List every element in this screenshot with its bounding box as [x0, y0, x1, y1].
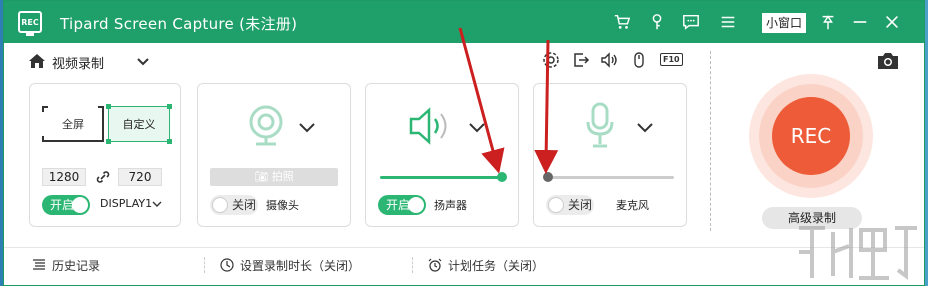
microphone-icon: [586, 102, 614, 148]
footer-divider: [4, 247, 924, 248]
chevron-down-icon[interactable]: [468, 122, 486, 134]
mini-window-button[interactable]: 小窗口: [762, 13, 807, 33]
resize-handle[interactable]: [106, 139, 111, 144]
home-icon[interactable]: [28, 53, 46, 69]
app-logo-icon: REC: [18, 11, 42, 36]
key-icon[interactable]: [647, 12, 667, 32]
set-duration-button[interactable]: 设置录制时长（关闭）: [220, 257, 360, 274]
microphone-label: 麦克风: [616, 199, 649, 212]
resize-handle[interactable]: [106, 104, 111, 109]
screenshot-camera-icon[interactable]: [876, 51, 900, 71]
settings-icon[interactable]: [542, 51, 562, 71]
width-input[interactable]: 1280: [42, 168, 86, 186]
fullscreen-label: 全屏: [62, 118, 84, 131]
minimize-icon[interactable]: [850, 12, 870, 32]
resize-handle[interactable]: [167, 139, 172, 144]
display-label: DISPLAY1: [100, 197, 153, 210]
clock-icon: [220, 258, 234, 272]
task-schedule-label: 计划任务（关闭）: [448, 259, 545, 273]
task-schedule-button[interactable]: 计划任务（关闭）: [428, 257, 544, 274]
slider-track: [380, 176, 502, 179]
alarm-clock-icon: [428, 258, 442, 272]
screen-panel: 全屏 自定义 1280 720 开启 DISPLAY1: [29, 83, 181, 227]
resize-handle[interactable]: [167, 104, 172, 109]
slider-knob[interactable]: [543, 172, 553, 182]
footer-separator: [412, 257, 413, 273]
title-bar: REC Tipard Screen Capture (未注册) 小窗口: [4, 1, 924, 43]
slider-knob[interactable]: [497, 172, 507, 182]
close-icon[interactable]: [882, 12, 902, 32]
vertical-divider: [710, 51, 711, 231]
menu-icon[interactable]: [718, 12, 738, 32]
slider-track: [548, 176, 674, 179]
f10-icon[interactable]: F10: [660, 53, 683, 66]
fullscreen-option[interactable]: 全屏: [40, 104, 104, 142]
webcam-toggle[interactable]: 关闭: [210, 195, 258, 215]
history-button[interactable]: 历史记录: [32, 257, 100, 274]
mouse-icon[interactable]: [630, 51, 650, 71]
speaker-icon[interactable]: [600, 51, 620, 71]
webcam-label: 摄像头: [266, 199, 299, 212]
chevron-down-icon[interactable]: [136, 56, 150, 68]
speaker-toggle[interactable]: 开启: [378, 195, 426, 215]
height-input[interactable]: 720: [118, 168, 162, 186]
chevron-down-icon[interactable]: [636, 122, 654, 134]
history-label: 历史记录: [52, 259, 101, 273]
microphone-panel: 关闭 麦克风: [533, 83, 687, 227]
record-mode-label[interactable]: 视频录制: [52, 53, 104, 72]
rec-button[interactable]: REC: [772, 97, 850, 175]
speaker-label: 扬声器: [434, 199, 467, 212]
cart-icon[interactable]: [612, 12, 632, 32]
watermark-logo: [799, 226, 917, 280]
take-photo-button[interactable]: 📷︎ 拍照: [210, 168, 338, 186]
app-window: REC Tipard Screen Capture (未注册) 小窗口 视频录制: [3, 0, 925, 286]
take-photo-label: 拍照: [271, 170, 294, 183]
chevron-down-icon[interactable]: [152, 200, 162, 208]
set-duration-label: 设置录制时长（关闭）: [240, 259, 361, 273]
chat-icon[interactable]: [681, 12, 701, 32]
webcam-icon: [249, 105, 283, 146]
pin-icon[interactable]: [818, 12, 838, 32]
custom-area-option[interactable]: 自定义: [106, 104, 172, 144]
list-icon: [33, 259, 45, 270]
footer-separator: [204, 257, 205, 273]
system-sound-panel: 开启 扬声器: [365, 83, 519, 227]
webcam-panel: 📷︎ 拍照 关闭 摄像头: [197, 83, 351, 227]
app-title: Tipard Screen Capture (未注册): [60, 15, 298, 33]
screen-toggle[interactable]: 开启: [42, 195, 90, 215]
speaker-icon: [409, 107, 447, 145]
display-select[interactable]: DISPLAY1: [100, 197, 152, 210]
chevron-down-icon[interactable]: [298, 122, 316, 134]
link-icon[interactable]: [96, 170, 110, 184]
microphone-toggle[interactable]: 关闭: [546, 195, 594, 215]
camera-icon: 📷︎: [254, 170, 269, 183]
custom-area-label: 自定义: [122, 118, 156, 131]
export-icon[interactable]: [572, 51, 592, 71]
